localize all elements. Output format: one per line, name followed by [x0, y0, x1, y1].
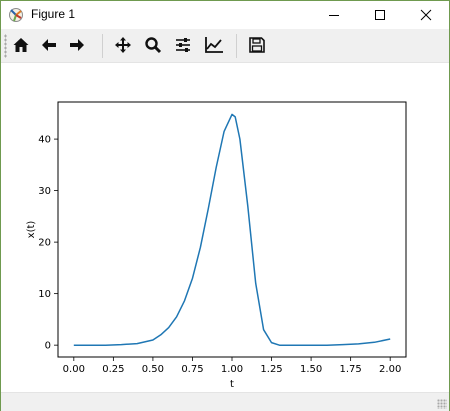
x-tick-label: 1.75 — [340, 364, 362, 375]
plot-frame — [57, 101, 407, 358]
y-axis-label: x(t) — [26, 221, 37, 239]
floppy-disk-icon — [249, 37, 265, 53]
toolbar-separator — [236, 34, 237, 58]
close-icon — [420, 9, 432, 21]
toolbar-separator — [102, 34, 103, 58]
close-button[interactable] — [403, 1, 449, 29]
line-chart-icon — [205, 37, 223, 53]
figure-canvas[interactable]: 0.00 0.25 0.50 0.75 1.00 1.25 1.50 1.75 2.00 0 10 2… — [1, 63, 449, 391]
configure-subplots-button[interactable] — [171, 33, 195, 57]
x-tick-label: 0.00 — [63, 364, 85, 375]
x-tick-label: 1.00 — [221, 364, 243, 375]
arrow-left-icon — [42, 39, 56, 51]
y-tick-label: 20 — [38, 238, 51, 249]
title-bar[interactable]: Figure 1 — [1, 1, 449, 29]
forward-button[interactable] — [65, 33, 89, 57]
edit-axis-button[interactable] — [202, 33, 226, 57]
maximize-button[interactable] — [357, 1, 403, 29]
x-tick-label: 0.25 — [102, 364, 124, 375]
plot-svg: 0.00 0.25 0.50 0.75 1.00 1.25 1.50 1.75 2.00 0 10 2… — [26, 101, 407, 390]
x-axis-label: t — [230, 379, 234, 390]
navigation-toolbar — [1, 29, 449, 63]
status-bar — [1, 392, 449, 411]
minimize-icon — [329, 15, 339, 16]
toolbar-grip[interactable] — [4, 34, 7, 58]
sliders-icon — [176, 38, 190, 52]
window-title: Figure 1 — [31, 7, 76, 21]
x-tick-label: 0.50 — [142, 364, 164, 375]
resize-grip[interactable] — [437, 399, 447, 409]
y-tick-label: 0 — [45, 341, 51, 352]
magnifier-icon — [145, 37, 162, 54]
x-tick-label: 0.75 — [181, 364, 203, 375]
arrow-right-icon — [70, 39, 84, 51]
y-tick-label: 40 — [38, 135, 51, 146]
pan-button[interactable] — [111, 33, 135, 57]
home-button[interactable] — [9, 33, 33, 57]
maximize-icon — [375, 10, 385, 20]
y-tick-label: 30 — [38, 186, 51, 197]
home-icon — [13, 38, 29, 52]
figure-window: Figure 1 0.00 0.25 0.50 0.75 1.00 1.25 1… — [0, 0, 450, 411]
move-icon — [115, 37, 131, 53]
save-button[interactable] — [245, 33, 269, 57]
x-tick-label: 2.00 — [379, 364, 401, 375]
back-button[interactable] — [37, 33, 61, 57]
minimize-button[interactable] — [311, 1, 357, 29]
x-tick-label: 1.50 — [300, 364, 322, 375]
app-icon — [9, 8, 23, 22]
zoom-button[interactable] — [141, 33, 165, 57]
y-tick-label: 10 — [38, 289, 51, 300]
x-tick-label: 1.25 — [260, 364, 282, 375]
